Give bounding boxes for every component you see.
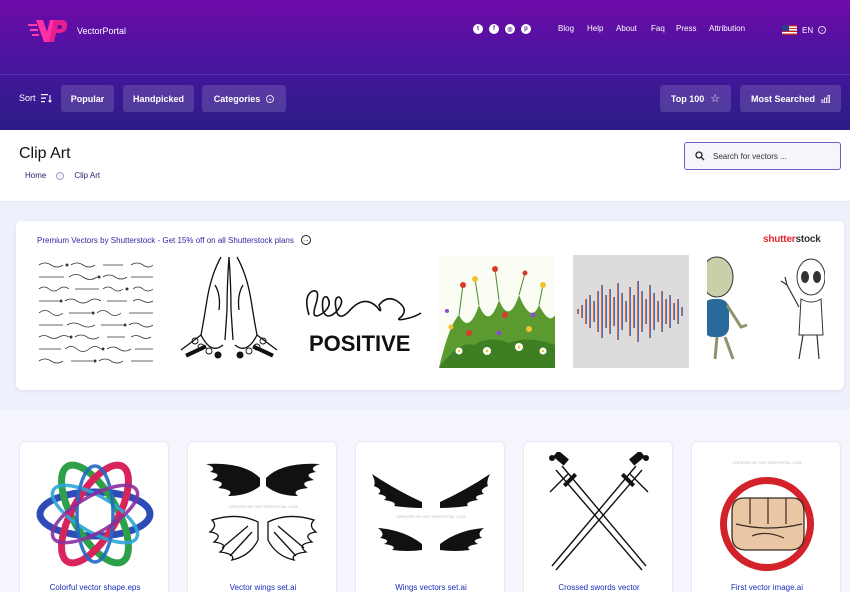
card-caption[interactable]: Wings vectors set.ai bbox=[356, 583, 504, 592]
top100-label: Top 100 bbox=[670, 93, 705, 104]
card-caption[interactable]: Vector wings set.ai bbox=[188, 583, 336, 592]
nav-help[interactable]: Help bbox=[587, 24, 603, 33]
crossed-swords-image bbox=[549, 452, 649, 571]
promo-thumbnail-aliens[interactable] bbox=[707, 255, 825, 368]
vector-wings-image: CREATED BY VECTORPORTAL.COM bbox=[206, 463, 320, 561]
watermark-text: CREATED BY VECTORPORTAL.COM bbox=[397, 514, 466, 519]
nav-about[interactable]: About bbox=[616, 24, 637, 33]
wings-vectors-image: CREATED BY VECTORPORTAL.COM bbox=[372, 474, 490, 556]
promo-thumbnail-praying-hands[interactable] bbox=[171, 255, 288, 368]
top-navigation-bar bbox=[0, 0, 850, 75]
watermark-text: CREATED BY VECTORPORTAL.COM bbox=[229, 504, 298, 509]
sort-label: Sort bbox=[19, 93, 36, 103]
brand-name[interactable]: VectorPortal bbox=[77, 26, 126, 36]
handpicked-button[interactable]: Handpicked bbox=[123, 85, 194, 112]
nav-blog[interactable]: Blog bbox=[558, 24, 574, 33]
vector-card[interactable]: Colorful vector shape.eps bbox=[19, 441, 169, 592]
watermark-text: CREATED BY VECTORPORTAL.COM bbox=[733, 460, 802, 465]
breadcrumb-current[interactable]: Clip Art bbox=[74, 171, 100, 180]
facebook-icon[interactable]: f bbox=[489, 24, 499, 34]
shutterstock-logo[interactable]: shutterstock bbox=[763, 234, 821, 245]
chevron-right-icon: › bbox=[56, 171, 65, 180]
bar-chart-icon bbox=[821, 94, 831, 103]
nav-press[interactable]: Press bbox=[676, 24, 696, 33]
chevron-down-icon: ⌄ bbox=[818, 26, 827, 34]
top100-button[interactable]: Top 100 ☆ bbox=[660, 85, 731, 112]
wildflowers-image bbox=[439, 255, 555, 368]
promo-text: Premium Vectors by Shutterstock - Get 15… bbox=[37, 235, 294, 245]
vector-card[interactable]: CREATED BY VECTORPORTAL.COM Wings vector… bbox=[355, 441, 505, 592]
language-label: EN bbox=[802, 25, 814, 35]
vector-card[interactable]: Crossed swords vector bbox=[523, 441, 673, 592]
categories-dropdown[interactable]: Categories ⌄ bbox=[202, 85, 286, 112]
ornament-dividers-image bbox=[38, 262, 154, 364]
sort-icon bbox=[40, 93, 52, 103]
us-flag-icon bbox=[782, 25, 797, 35]
logo-part-dark: stock bbox=[795, 234, 821, 245]
sort-control[interactable]: Sort bbox=[19, 93, 52, 103]
promo-link[interactable]: Premium Vectors by Shutterstock - Get 15… bbox=[37, 235, 311, 245]
search-icon[interactable] bbox=[695, 151, 705, 161]
nav-faq[interactable]: Faq bbox=[651, 24, 665, 33]
vector-card[interactable]: CREATED BY VECTORPORTAL.COM Vector wings… bbox=[187, 441, 337, 592]
breadcrumb: Home › Clip Art bbox=[25, 171, 100, 180]
breadcrumb-home[interactable]: Home bbox=[25, 171, 46, 180]
most-searched-label: Most Searched bbox=[750, 93, 816, 104]
colorful-shape-image bbox=[36, 461, 154, 567]
fist-image: CREATED BY VECTORPORTAL.COM bbox=[720, 460, 814, 571]
soundwave-image bbox=[577, 281, 683, 342]
alien-cartoon-image bbox=[707, 256, 825, 360]
page-title: Clip Art bbox=[19, 145, 71, 162]
most-searched-button[interactable]: Most Searched bbox=[740, 85, 841, 112]
vector-card[interactable]: CREATED BY VECTORPORTAL.COM First vector… bbox=[691, 441, 841, 592]
language-selector[interactable]: EN ⌄ bbox=[782, 25, 827, 35]
dribbble-icon[interactable]: ◎ bbox=[505, 24, 515, 34]
pinterest-icon[interactable]: p bbox=[521, 24, 531, 34]
arrow-right-icon: → bbox=[300, 235, 311, 245]
praying-hands-image bbox=[180, 256, 278, 359]
promo-thumbnail-positive[interactable]: POSITIVE bbox=[305, 255, 422, 368]
card-caption[interactable]: Crossed swords vector bbox=[524, 583, 672, 592]
promo-thumbnail-flowers[interactable] bbox=[439, 255, 555, 368]
star-icon: ☆ bbox=[710, 93, 721, 105]
search-box bbox=[684, 142, 841, 170]
logo-part-red: shutter bbox=[763, 234, 796, 245]
vectorportal-logo[interactable] bbox=[28, 18, 68, 44]
categories-label: Categories bbox=[213, 93, 261, 104]
positive-text: POSITIVE bbox=[309, 331, 410, 356]
popular-button[interactable]: Popular bbox=[61, 85, 114, 112]
card-caption[interactable]: Colorful vector shape.eps bbox=[20, 583, 168, 592]
nav-attribution[interactable]: Attribution bbox=[709, 24, 745, 33]
twitter-icon[interactable]: t bbox=[473, 24, 483, 34]
card-caption[interactable]: First vector image.ai bbox=[692, 583, 840, 592]
chevron-down-icon: ⌄ bbox=[266, 94, 275, 103]
search-input[interactable] bbox=[713, 151, 833, 161]
promo-thumbnail-ornaments[interactable] bbox=[37, 255, 156, 368]
positive-lettering-image: POSITIVE bbox=[305, 290, 422, 356]
promo-thumbnail-soundwave[interactable] bbox=[573, 255, 689, 368]
